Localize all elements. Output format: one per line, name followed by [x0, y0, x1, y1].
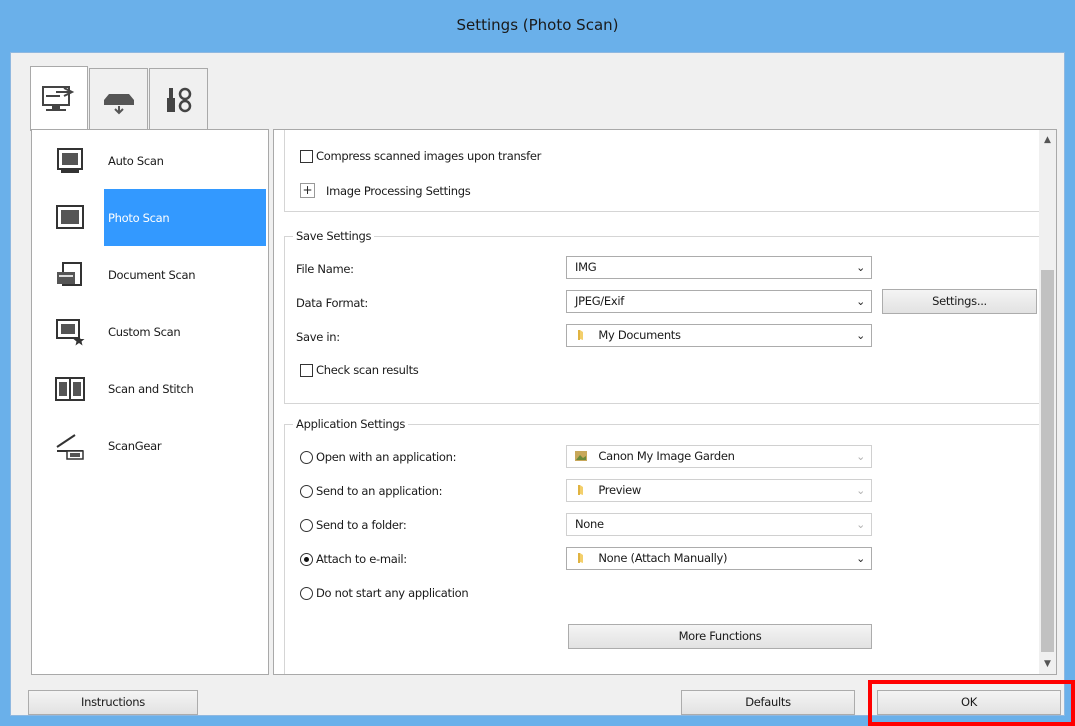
radio-attach-to-email[interactable]	[300, 553, 313, 566]
chevron-down-icon: ⌄	[856, 450, 865, 463]
tab-general-settings[interactable]	[149, 68, 208, 130]
tab-scan-from-computer[interactable]	[30, 66, 88, 131]
check-scan-results-checkbox[interactable]	[300, 364, 313, 377]
tab-scan-from-operation-panel[interactable]	[89, 68, 148, 130]
chevron-down-icon: ⌄	[856, 518, 865, 531]
image-garden-icon	[575, 451, 587, 461]
send-to-application-label: Send to an application:	[316, 484, 443, 498]
scanner-icon	[103, 93, 134, 114]
folder-icon	[578, 553, 583, 563]
radio-send-to-folder[interactable]	[300, 519, 313, 532]
mode-auto-scan[interactable]: Auto Scan	[32, 132, 268, 189]
window-title: Settings (Photo Scan)	[0, 0, 1075, 50]
ok-button[interactable]: OK	[877, 690, 1061, 715]
save-settings-title: Save Settings	[293, 229, 375, 243]
image-processing-label: Image Processing Settings	[326, 184, 471, 198]
save-in-label: Save in:	[296, 330, 340, 344]
folder-icon	[578, 485, 583, 495]
radio-do-not-start-application[interactable]	[300, 587, 313, 600]
custom-scan-icon	[32, 303, 108, 360]
mode-label: ScanGear	[108, 438, 162, 453]
photo-scan-icon	[32, 189, 108, 246]
open-with-application-select[interactable]: Canon My Image Garden ⌄	[566, 445, 872, 468]
data-format-settings-button[interactable]: Settings...	[882, 289, 1037, 314]
settings-window: Settings (Photo Scan) Auto Scan Photo Sc…	[0, 0, 1075, 726]
mode-scan-and-stitch[interactable]: Scan and Stitch	[32, 360, 268, 417]
attach-to-email-label: Attach to e-mail:	[316, 552, 407, 566]
auto-scan-icon	[32, 132, 108, 189]
vertical-scrollbar[interactable]: ▲ ▼	[1039, 130, 1056, 674]
data-format-label: Data Format:	[296, 296, 368, 310]
attach-to-email-select[interactable]: None (Attach Manually) ⌄	[566, 547, 872, 570]
folder-icon	[578, 330, 583, 340]
send-to-folder-label: Send to a folder:	[316, 518, 407, 532]
scan-options-group	[284, 130, 1046, 212]
document-scan-icon	[32, 246, 108, 303]
mode-label: Document Scan	[108, 267, 196, 282]
computer-scan-icon	[42, 86, 75, 111]
mode-scangear[interactable]: ScanGear	[32, 417, 268, 474]
mode-photo-scan[interactable]: Photo Scan	[32, 189, 268, 246]
more-functions-button[interactable]: More Functions	[568, 624, 872, 649]
chevron-down-icon: ⌄	[856, 295, 865, 308]
mode-custom-scan[interactable]: Custom Scan	[32, 303, 268, 360]
settings-panel: Compress scanned images upon transfer + …	[273, 129, 1057, 675]
mode-label: Auto Scan	[108, 153, 164, 168]
chevron-down-icon: ⌄	[856, 261, 865, 274]
mode-label: Photo Scan	[108, 210, 170, 225]
mode-label: Scan and Stitch	[108, 381, 194, 396]
file-name-combo[interactable]: IMG ⌄	[566, 256, 872, 279]
file-name-label: File Name:	[296, 262, 354, 276]
check-scan-results-label: Check scan results	[316, 363, 419, 377]
scangear-icon	[32, 417, 108, 474]
dialog-client-area: Auto Scan Photo Scan Document Scan Custo…	[10, 52, 1065, 716]
compress-label: Compress scanned images upon transfer	[316, 149, 542, 163]
tools-icon	[166, 87, 191, 112]
scrollbar-thumb[interactable]	[1041, 270, 1054, 652]
open-with-application-label: Open with an application:	[316, 450, 457, 464]
defaults-button[interactable]: Defaults	[681, 690, 855, 715]
send-to-application-select[interactable]: Preview ⌄	[566, 479, 872, 502]
scroll-up-arrow-icon[interactable]: ▲	[1039, 132, 1056, 149]
radio-send-to-application[interactable]	[300, 485, 313, 498]
do-not-start-application-label: Do not start any application	[316, 586, 469, 600]
chevron-down-icon: ⌄	[856, 484, 865, 497]
mode-document-scan[interactable]: Document Scan	[32, 246, 268, 303]
scroll-down-arrow-icon[interactable]: ▼	[1039, 656, 1056, 673]
radio-open-with-application[interactable]	[300, 451, 313, 464]
send-to-folder-select[interactable]: None ⌄	[566, 513, 872, 536]
save-in-select[interactable]: My Documents ⌄	[566, 324, 872, 347]
chevron-down-icon: ⌄	[856, 329, 865, 342]
scan-mode-list: Auto Scan Photo Scan Document Scan Custo…	[31, 129, 269, 675]
application-settings-title: Application Settings	[293, 417, 409, 431]
instructions-button[interactable]: Instructions	[28, 690, 198, 715]
mode-label: Custom Scan	[108, 324, 181, 339]
expand-image-processing-button[interactable]: +	[300, 183, 315, 198]
scan-and-stitch-icon	[32, 360, 108, 417]
chevron-down-icon: ⌄	[856, 552, 865, 565]
compress-checkbox[interactable]	[300, 150, 313, 163]
data-format-select[interactable]: JPEG/Exif ⌄	[566, 290, 872, 313]
